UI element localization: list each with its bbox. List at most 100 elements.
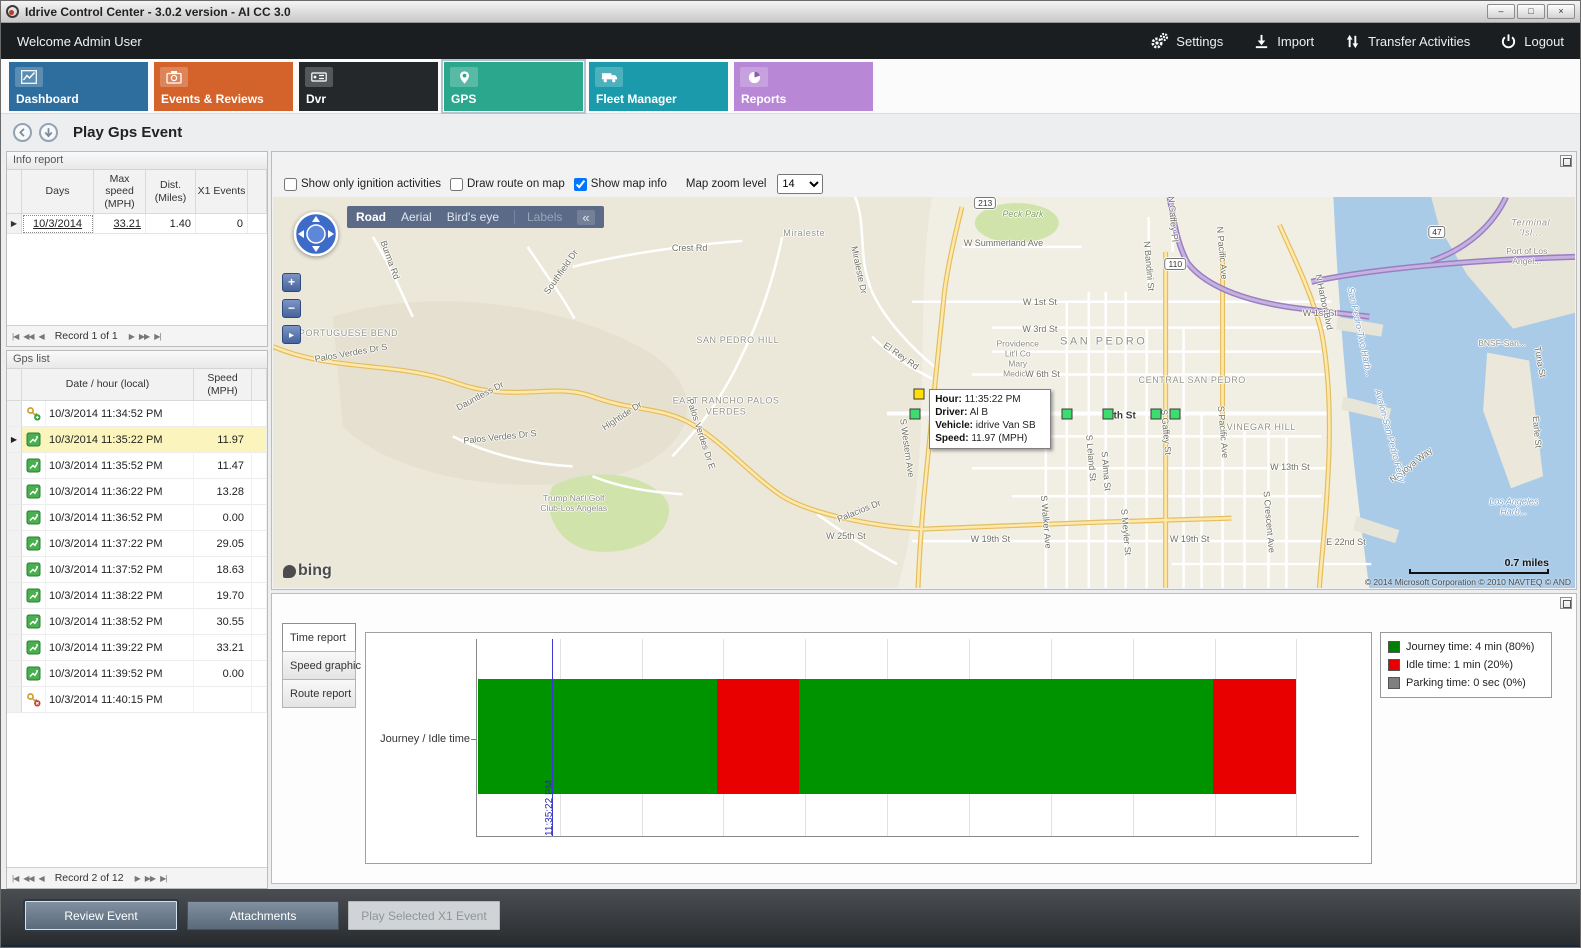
gps-speed: 33.21 [194,635,252,661]
review-event-button[interactable]: Review Event [25,901,177,930]
gps-row[interactable]: ▶ 10/3/2014 11:40:15 PM [7,687,267,713]
column-header-datetime[interactable]: Date / hour (local) [22,369,194,401]
gps-row[interactable]: ▶ 10/3/2014 11:39:22 PM 33.21 [7,635,267,661]
tab-gps[interactable]: GPS [444,62,583,111]
draw-route-checkbox[interactable] [450,178,463,191]
last-record-button[interactable]: ▶| [154,332,160,341]
gps-marker[interactable] [913,389,924,400]
chart-row-label: Journey / Idle time [368,733,470,745]
column-header-x1-events[interactable]: X1 Events [196,170,248,214]
days-value[interactable]: 10/3/2014 [22,214,94,234]
pan-right-button[interactable] [282,325,301,344]
attachments-button[interactable]: Attachments [187,901,339,930]
map-zoom-select[interactable]: 14 [777,174,823,194]
prev-page-button[interactable]: ◀◀ [23,874,33,883]
gps-speed: 29.05 [194,531,252,557]
top-bar: Welcome Admin User Settings Import Trans… [1,23,1580,59]
gps-row[interactable]: ▶ 10/3/2014 11:36:22 PM 13.28 [7,479,267,505]
map-pin-icon [450,67,478,87]
gps-row[interactable]: ▶ 10/3/2014 11:36:52 PM 0.00 [7,505,267,531]
next-page-button[interactable]: ▶▶ [139,332,149,341]
first-record-button[interactable]: |◀ [12,874,18,883]
close-button[interactable]: × [1547,4,1575,19]
first-record-button[interactable]: |◀ [12,332,18,341]
map-view-labels[interactable]: Labels [514,210,562,224]
gps-row[interactable]: ▶ 10/3/2014 11:38:22 PM 19.70 [7,583,267,609]
gps-datetime: 10/3/2014 11:37:22 PM [46,531,194,557]
map-canvas[interactable]: MiralestePeck ParkW Summerland AveCrest … [273,197,1575,588]
tab-dashboard[interactable]: Dashboard [9,62,148,111]
tab-reports[interactable]: Reports [734,62,873,111]
gps-record-navigator: |◀ ◀◀ ◀ Record 2 of 12 ▶ ▶▶ ▶| [7,867,267,888]
map-view-aerial[interactable]: Aerial [401,210,432,224]
chart-legend: Journey time: 4 min (80%) Idle time: 1 m… [1380,632,1552,698]
column-header-days[interactable]: Days [22,170,94,214]
checkbox-draw-route[interactable]: Draw route on map [450,178,565,191]
max-speed-value[interactable]: 33.21 [94,214,146,234]
column-header-max-speed[interactable]: Max speed (MPH) [94,170,146,214]
next-page-button[interactable]: ▶▶ [145,874,155,883]
map-view-road[interactable]: Road [356,210,386,224]
zoom-in-button[interactable] [282,273,301,292]
minimize-button[interactable]: – [1487,4,1515,19]
gridline [1296,639,1297,836]
chart-plot: 11:35:22 PM [476,639,1359,837]
collapse-panel-button[interactable] [1560,597,1572,609]
maximize-button[interactable]: □ [1517,4,1545,19]
camera-icon [160,67,188,87]
map-view-birds-eye[interactable]: Bird's eye [447,210,499,224]
gps-speed: 11.47 [194,453,252,479]
tab-fleet-manager[interactable]: Fleet Manager [589,62,728,111]
prev-record-button[interactable]: ◀ [39,332,44,341]
last-record-button[interactable]: ▶| [160,874,166,883]
gps-row[interactable]: ▶ 10/3/2014 11:37:52 PM 18.63 [7,557,267,583]
gps-row[interactable]: ▶ 10/3/2014 11:34:52 PM [7,401,267,427]
transfer-activities-button[interactable]: Transfer Activities [1344,33,1470,50]
back-button[interactable] [13,123,32,142]
settings-button[interactable]: Settings [1149,32,1223,50]
column-header-speed[interactable]: Speed (MPH) [194,369,252,401]
show-ignition-checkbox[interactable] [284,178,297,191]
gps-point-icon [26,458,41,473]
next-record-button[interactable]: ▶ [129,332,134,341]
logout-button[interactable]: Logout [1500,33,1564,50]
prev-record-button[interactable]: ◀ [39,874,44,883]
timeline-bar [478,679,1296,794]
column-header-dist[interactable]: Dist. (Miles) [146,170,196,214]
checkbox-show-map-info[interactable]: Show map info [574,178,667,191]
next-record-button[interactable]: ▶ [135,874,140,883]
gps-speed: 13.28 [194,479,252,505]
checkbox-show-ignition[interactable]: Show only ignition activities [284,178,441,191]
gps-marker[interactable] [1150,408,1161,419]
route-shield: 110 [1165,258,1187,270]
gps-row[interactable]: ▶ 10/3/2014 11:39:52 PM 0.00 [7,661,267,687]
tab-route-report[interactable]: Route report [282,679,356,708]
toolbar-collapse-button[interactable]: « [577,210,594,225]
gps-speed: 11.97 [194,427,252,453]
gps-list-panel: Gps list Date / hour (local) Speed (MPH)… [6,350,268,889]
gps-row[interactable]: ▶ 10/3/2014 11:38:52 PM 30.55 [7,609,267,635]
import-button[interactable]: Import [1253,33,1314,50]
gps-row[interactable]: ▶ 10/3/2014 11:37:22 PM 29.05 [7,531,267,557]
prev-page-button[interactable]: ◀◀ [23,332,33,341]
map-compass-control[interactable] [293,211,339,257]
gps-datetime: 10/3/2014 11:39:22 PM [46,635,194,661]
gps-marker[interactable] [1062,408,1073,419]
play-selected-x1-event-button[interactable]: Play Selected X1 Event [348,901,500,930]
collapse-panel-button[interactable] [1560,155,1572,167]
gps-marker[interactable] [1170,408,1181,419]
gps-row[interactable]: ▶ 10/3/2014 11:35:22 PM 11.97 [7,427,267,453]
info-report-panel: Info report Days Max speed (MPH) Dist. (… [6,151,268,347]
gps-row[interactable]: ▶ 10/3/2014 11:35:52 PM 11.47 [7,453,267,479]
info-table-row[interactable]: ▶ 10/3/2014 33.21 1.40 0 [7,214,267,234]
tab-time-report[interactable]: Time report [282,623,356,652]
tab-speed-graphic[interactable]: Speed graphic [282,651,356,680]
tab-dvr[interactable]: Dvr [299,62,438,111]
gps-marker[interactable] [909,408,920,419]
gps-marker[interactable] [1102,408,1113,419]
show-map-info-checkbox[interactable] [574,178,587,191]
tab-events-reviews[interactable]: Events & Reviews [154,62,293,111]
zoom-out-button[interactable] [282,299,301,318]
pie-chart-icon [740,67,768,87]
down-button[interactable] [39,123,58,142]
